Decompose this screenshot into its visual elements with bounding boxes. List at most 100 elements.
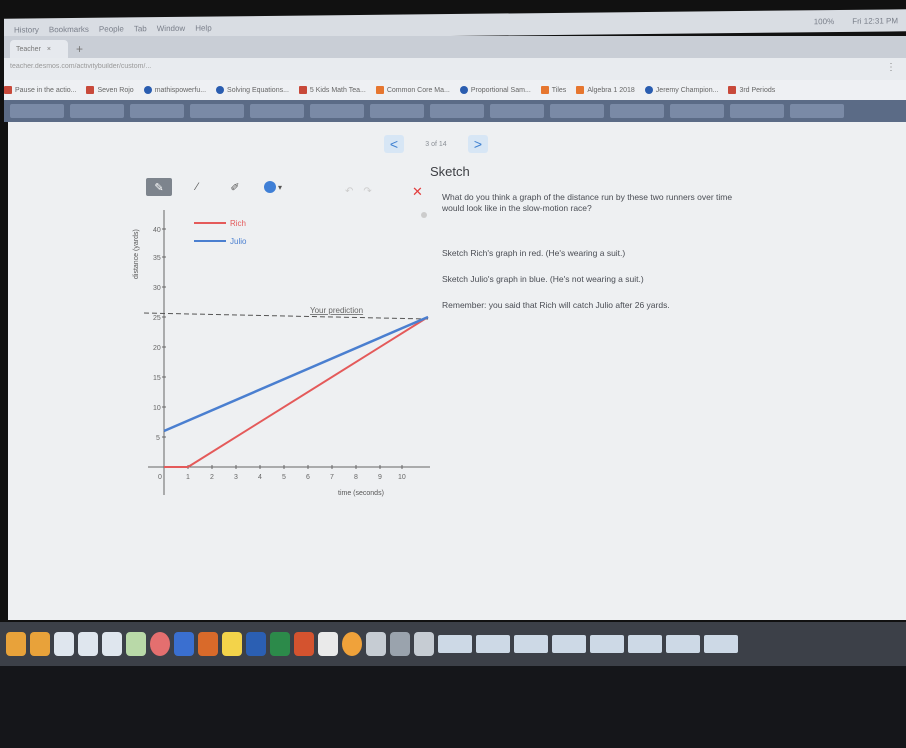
dock-app-icon[interactable] <box>342 632 362 656</box>
student-chip[interactable] <box>430 104 484 118</box>
student-chip[interactable] <box>730 104 784 118</box>
menu-tab[interactable]: Tab <box>134 24 147 33</box>
dock-window-thumb[interactable] <box>438 635 472 653</box>
bookmark-icon <box>375 86 384 94</box>
color-dot-icon <box>263 181 276 193</box>
julio-sketch-line <box>163 315 429 433</box>
y-tick: 35 <box>153 255 161 262</box>
menu-people[interactable]: People <box>99 24 124 33</box>
bookmark-item[interactable]: Seven Rojo <box>86 86 134 94</box>
dock-app-icon[interactable] <box>222 632 242 656</box>
marker-tool-icon[interactable]: ✐ <box>222 178 248 196</box>
powerpoint-icon[interactable] <box>294 632 314 656</box>
prev-screen-button[interactable]: < <box>384 135 404 153</box>
x-axis-label: time (seconds) <box>338 490 384 497</box>
bookmarks-bar: Pause in the actio... Seven Rojo mathisp… <box>4 80 906 100</box>
menu-history[interactable]: History <box>14 25 39 34</box>
prediction-line <box>143 312 429 320</box>
address-bar: teacher.desmos.com/activitybuilder/custo… <box>4 58 906 80</box>
dock-window-thumb[interactable] <box>666 635 700 653</box>
y-tick: 5 <box>156 435 160 442</box>
dock-app-icon[interactable] <box>102 632 122 656</box>
next-screen-button[interactable]: > <box>468 135 488 153</box>
redo-icon[interactable]: ↷ <box>363 186 371 197</box>
dock-app-icon[interactable] <box>198 632 218 656</box>
undo-icon[interactable]: ↶ <box>345 186 353 197</box>
menu-bookmarks[interactable]: Bookmarks <box>49 24 89 33</box>
bookmark-icon <box>86 86 95 94</box>
bookmark-icon <box>576 86 585 94</box>
student-chip[interactable] <box>550 104 604 118</box>
panel-line-julio: Sketch Julio's graph in blue. (He's not … <box>442 274 644 284</box>
dock-app-icon[interactable] <box>390 632 410 656</box>
bookmark-item[interactable]: Pause in the actio... <box>4 86 76 94</box>
menu-window[interactable]: Window <box>157 23 185 32</box>
bookmark-item[interactable]: 3rd Periods <box>728 86 775 94</box>
dock-app-icon[interactable] <box>366 632 386 656</box>
dock-window-thumb[interactable] <box>628 635 662 653</box>
dock-app-icon[interactable] <box>78 632 98 656</box>
prediction-label: Your prediction <box>310 306 363 315</box>
x-tick: 10 <box>398 474 406 481</box>
dock-app-icon[interactable] <box>126 632 146 656</box>
word-icon[interactable] <box>246 632 266 656</box>
dock-app-icon[interactable] <box>174 632 194 656</box>
student-chip[interactable] <box>670 104 724 118</box>
student-chip[interactable] <box>250 104 304 118</box>
bookmark-item[interactable]: Jeremy Champion... <box>644 86 718 94</box>
bookmark-item[interactable]: mathispowerfu... <box>143 86 206 94</box>
undo-redo: ↶ ↷ <box>345 186 372 197</box>
url-field[interactable]: teacher.desmos.com/activitybuilder/custo… <box>10 63 470 75</box>
student-chip[interactable] <box>610 104 664 118</box>
y-tick: 30 <box>153 285 161 292</box>
y-tick-labels: 5 10 15 20 25 30 35 40 <box>153 227 161 442</box>
dock-window-thumb[interactable] <box>704 635 738 653</box>
bookmark-icon <box>4 86 12 94</box>
x-tick: 9 <box>378 474 382 481</box>
origin-label: 0 <box>158 474 162 481</box>
photos-icon[interactable] <box>150 632 170 656</box>
dock-app-icon[interactable] <box>6 632 26 656</box>
dock-window-thumb[interactable] <box>476 635 510 653</box>
panel-title: Sketch <box>430 164 470 179</box>
dock-app-icon[interactable] <box>318 632 338 656</box>
dock-app-icon[interactable] <box>54 632 74 656</box>
student-strip <box>4 100 906 122</box>
student-chip[interactable] <box>490 104 544 118</box>
student-chip[interactable] <box>190 104 244 118</box>
student-chip[interactable] <box>70 104 124 118</box>
pen-tool-icon[interactable]: ⁄ <box>184 178 210 196</box>
legend-rich-label: Rich <box>230 219 246 228</box>
dock-window-thumb[interactable] <box>552 635 586 653</box>
bookmark-icon <box>644 86 653 94</box>
excel-icon[interactable] <box>270 632 290 656</box>
close-icon[interactable]: × <box>47 46 51 53</box>
bookmark-item[interactable]: Solving Equations... <box>216 86 289 94</box>
dock-window-thumb[interactable] <box>590 635 624 653</box>
more-menu-icon[interactable]: ⋮ <box>886 62 896 73</box>
student-chip[interactable] <box>790 104 844 118</box>
y-tick: 20 <box>153 345 161 352</box>
student-chip[interactable] <box>370 104 424 118</box>
student-chip[interactable] <box>130 104 184 118</box>
color-picker[interactable]: ▾ <box>260 178 286 196</box>
student-chip[interactable] <box>310 104 364 118</box>
bookmark-item[interactable]: Algebra 1 2018 <box>576 86 635 94</box>
pencil-tool-icon[interactable]: ✎ <box>146 178 172 196</box>
new-tab-icon[interactable]: + <box>76 40 83 58</box>
bookmark-item[interactable]: Tiles <box>540 86 566 94</box>
sketch-graph[interactable]: distance (yards) time (seconds) 5 10 15 … <box>130 205 430 505</box>
bookmark-icon <box>728 86 737 94</box>
clear-sketch-icon[interactable]: ✕ <box>412 184 423 200</box>
menu-help[interactable]: Help <box>195 23 211 32</box>
tab-teacher[interactable]: Teacher × <box>10 40 68 58</box>
student-chip[interactable] <box>10 104 64 118</box>
dock-window-thumb[interactable] <box>514 635 548 653</box>
x-tick-labels: 1 2 3 4 5 6 7 8 9 10 <box>186 474 406 481</box>
y-tick: 25 <box>153 315 161 322</box>
bookmark-item[interactable]: Common Core Ma... <box>375 86 450 94</box>
dock-app-icon[interactable] <box>30 632 50 656</box>
dock-app-icon[interactable] <box>414 632 434 656</box>
bookmark-item[interactable]: Proportional Sam... <box>459 86 531 94</box>
bookmark-item[interactable]: 5 Kids Math Tea... <box>298 86 366 94</box>
